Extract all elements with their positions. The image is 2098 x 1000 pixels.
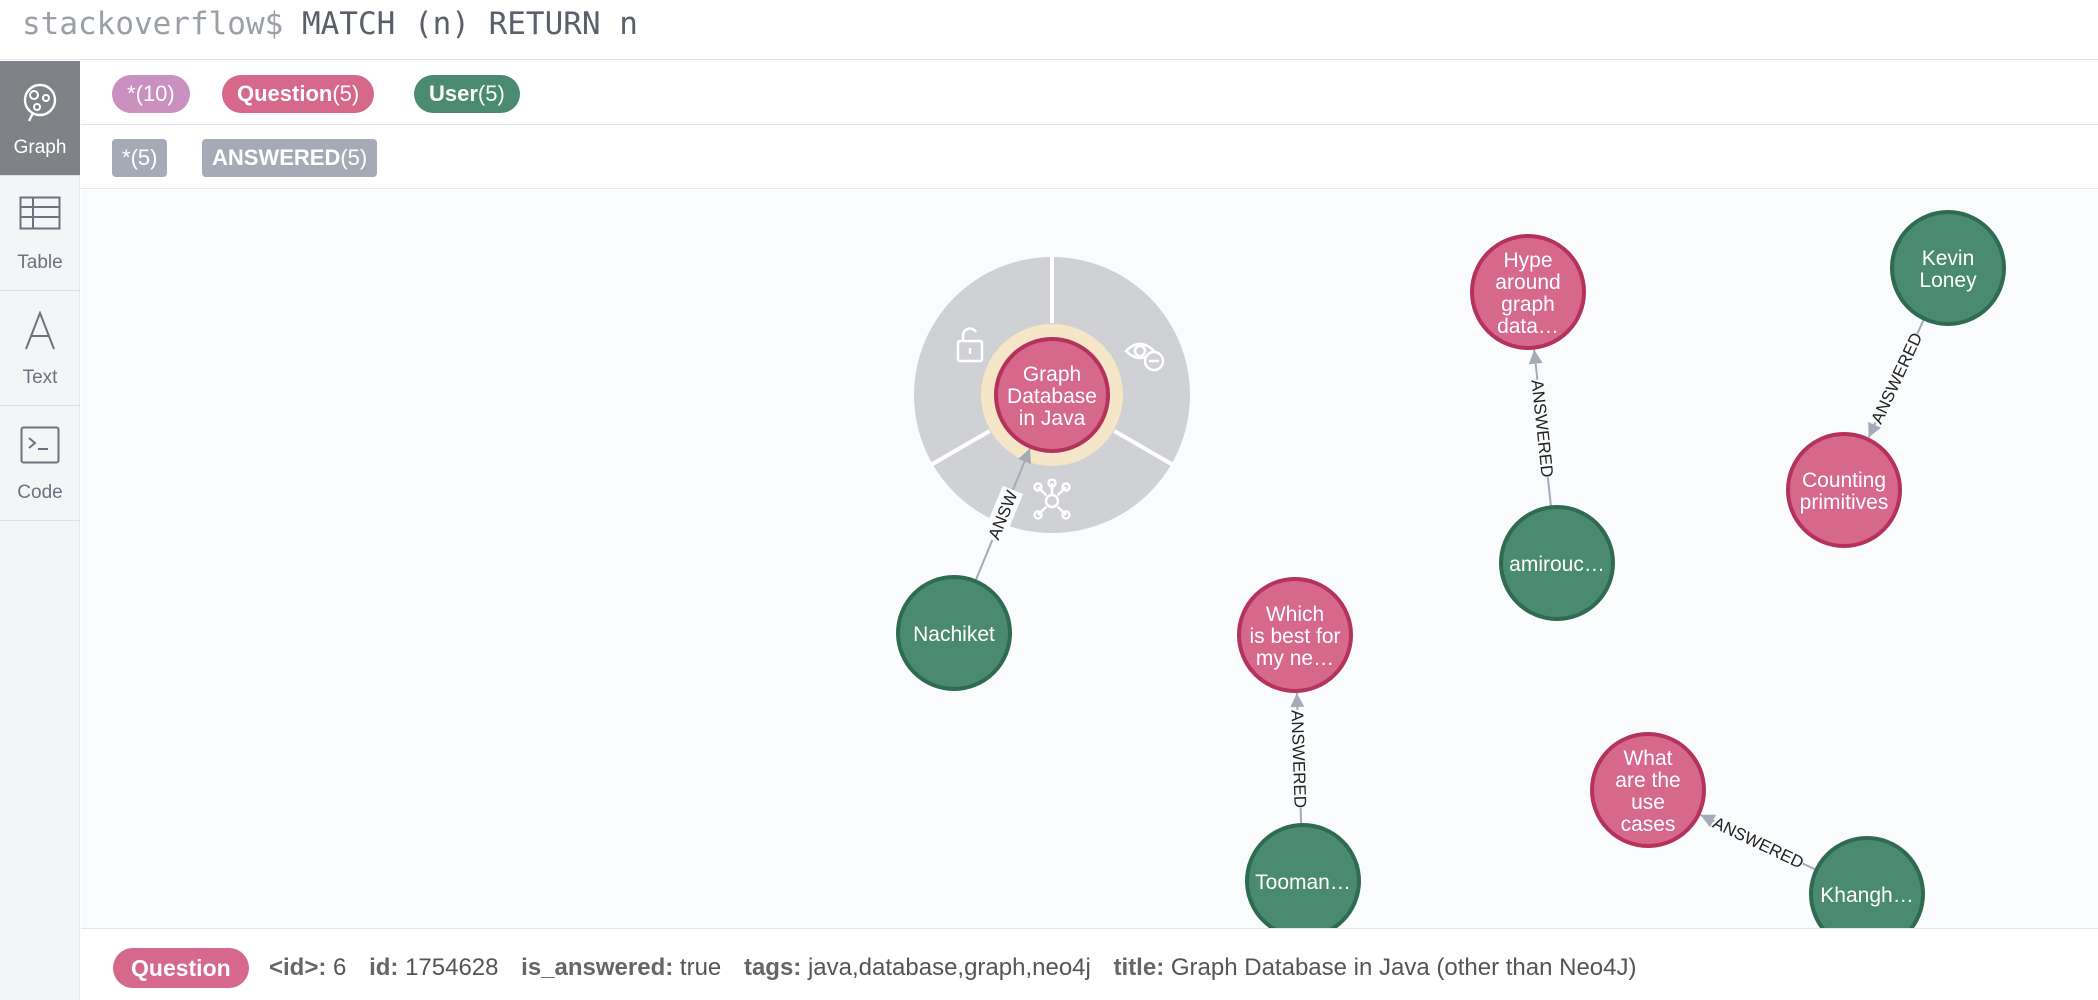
prop-internal-id: <id>: 6 [269,954,346,981]
inspector-label-badge[interactable]: Question [113,948,249,988]
user-node[interactable]: Tooman… [1245,823,1361,928]
question-node[interactable]: Countingprimitives [1786,432,1902,548]
label-all-pill[interactable]: *(10) [112,75,190,113]
inspector-properties: <id>: 6 id: 1754628 is_answered: true ta… [269,953,1652,983]
prop-value: java,database,graph,neo4j [807,954,1091,981]
node-caption: Graph [1023,363,1081,386]
node-caption: primitives [1800,491,1889,514]
view-code-button[interactable]: Code [0,406,80,521]
relationship-edge[interactable]: ANSWERED [1526,349,1559,508]
rel-all-tag[interactable]: *(5) [112,139,168,177]
node-caption: graph [1501,293,1555,316]
rel-answered-count: (5) [340,145,368,170]
rel-all-name: * [122,145,131,170]
node-caption: is best for [1249,625,1340,648]
question-node[interactable]: Hypearoundgraphdata… [1470,234,1586,350]
node-caption: Counting [1802,469,1886,492]
node-caption: my ne… [1256,647,1334,670]
edge-arrowhead [1528,349,1543,365]
node-circle[interactable] [1809,836,1925,928]
table-icon [19,196,61,230]
view-sidebar: Graph Table Text Code [0,61,80,1000]
rel-all-count: (5) [130,145,158,170]
query-prompt: stackoverflow$ [22,6,284,42]
node-caption: use [1631,791,1665,814]
view-text-label: Text [22,367,58,388]
node-caption: are the [1615,769,1680,792]
view-graph-label: Graph [13,137,67,158]
node-caption: Database [1007,385,1097,408]
view-table-button[interactable]: Table [0,176,80,291]
label-question-name: Question [237,81,333,106]
relationship-types-legend: *(5) ANSWERED(5) [81,125,2098,189]
node-labels-legend: *(10) Question(5) User(5) [81,61,2098,125]
edge-label: ANSWERED [1867,330,1926,427]
node-caption: Nachiket [913,623,995,646]
prop-key: tags: [743,954,802,981]
user-node[interactable]: KevinLoney [1890,210,2006,326]
edge-label: ANSWERED [1287,710,1309,809]
node-caption: Hype [1503,249,1552,272]
question-node[interactable]: Whichis best formy ne… [1237,577,1353,693]
graph-canvas[interactable]: ANSW ANSWERED ANSWERED ANSWERED ANSWERED Grap… [81,190,2098,928]
node-caption: Loney [1919,269,1977,292]
relationship-edge[interactable]: ANSWERED [1286,692,1312,826]
prop-title: title: Graph Database in Java (other tha… [1114,954,1637,981]
properties-inspector: Question <id>: 6 id: 1754628 is_answered… [81,928,2098,1000]
edge-label: ANSWERED [1710,813,1807,872]
node-caption: Which [1266,603,1324,626]
relationship-edge[interactable]: ANSWERED [1865,318,1928,438]
node-caption: amirouc… [1509,553,1605,576]
node-caption: data… [1497,315,1559,338]
prop-key: title: [1113,954,1165,981]
node-caption: cases [1621,813,1676,836]
prop-value: true [679,954,722,981]
view-text-button[interactable]: Text [0,291,80,406]
node-caption: around [1495,271,1560,294]
label-all-count: (10) [135,81,175,106]
prop-key: id: [369,954,399,981]
prop-value: Graph Database in Java (other than Neo4J… [1170,954,1637,981]
label-user-pill[interactable]: User(5) [414,75,520,113]
query-editor[interactable]: stackoverflow$ MATCH (n) RETURN n [0,0,2098,60]
label-user-count: (5) [477,81,505,106]
node-caption: What [1623,747,1672,770]
view-table-label: Table [17,252,63,273]
prop-value: 1754628 [405,954,499,981]
query-command: MATCH (n) RETURN n [301,6,638,42]
prop-key: is_answered: [521,954,674,981]
label-question-pill[interactable]: Question(5) [222,75,375,113]
label-user-name: User [429,81,478,106]
question-node[interactable]: Whatare theusecases [1590,732,1706,848]
text-icon [25,311,55,350]
node-caption: Khangh… [1820,884,1913,907]
label-all-name: * [127,81,136,106]
graph-icon [23,83,57,122]
node-caption: Tooman… [1255,871,1351,894]
prop-value: 6 [333,954,347,981]
label-question-count: (5) [332,81,360,106]
prop-is-answered: is_answered: true [521,954,721,981]
query-text[interactable]: stackoverflow$ MATCH (n) RETURN n [22,6,638,42]
node-caption: Kevin [1922,247,1975,270]
user-node[interactable]: Khangh… [1809,836,1925,928]
rel-answered-tag[interactable]: ANSWERED(5) [202,139,378,177]
relationship-edge[interactable]: ANSWERED [1699,811,1817,874]
prop-tags: tags: java,database,graph,neo4j [744,954,1091,981]
question-node[interactable]: GraphDatabasein Java [994,337,1110,453]
rel-answered-name: ANSWERED [212,145,341,170]
prop-id: id: 1754628 [369,954,498,981]
node-caption: in Java [1019,407,1086,430]
edge-arrowhead [1290,692,1305,708]
graph-visualization[interactable]: ANSWANSWEREDANSWEREDANSWEREDANSWEREDGrap… [81,190,2098,928]
view-graph-button[interactable]: Graph [0,61,80,176]
prop-key: <id>: [269,954,327,981]
user-node[interactable]: amirouc… [1499,505,1615,621]
user-node[interactable]: Nachiket [896,575,1012,691]
view-code-label: Code [17,482,63,503]
code-icon [20,426,60,464]
